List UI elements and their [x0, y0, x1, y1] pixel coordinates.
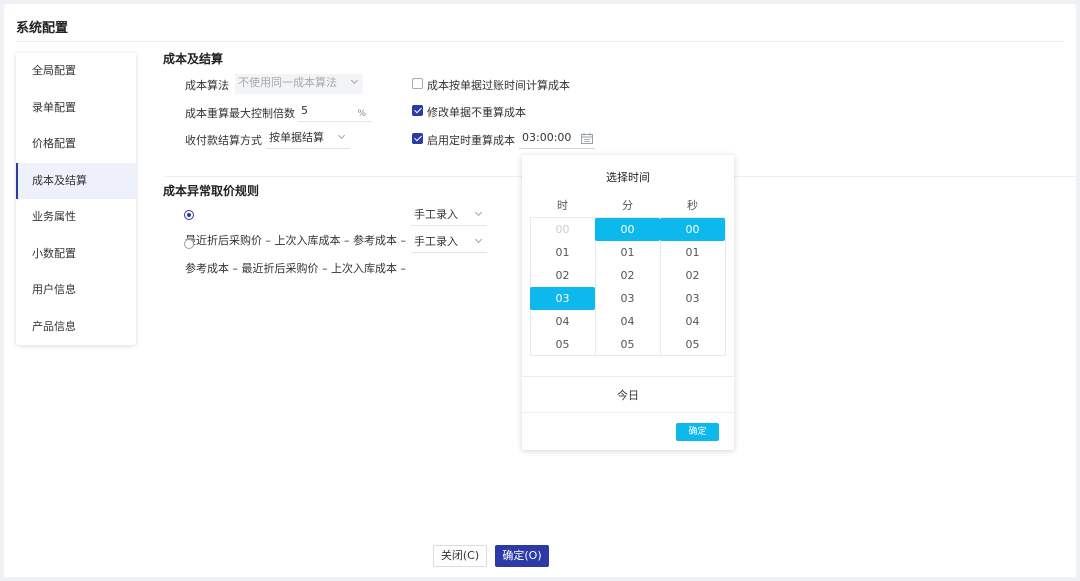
- sidebar-item-entry[interactable]: 录单配置: [16, 90, 136, 127]
- chevron-down-icon: [337, 131, 346, 140]
- title-divider: [16, 41, 1064, 42]
- rule2-radio[interactable]: [184, 239, 194, 249]
- chevron-down-icon: [350, 76, 359, 85]
- sidebar-item-price[interactable]: 价格配置: [16, 126, 136, 163]
- sidebar-item-decimal[interactable]: 小数配置: [16, 236, 136, 273]
- time-picker-title: 选择时间: [606, 171, 650, 184]
- recalc-max-value: 5: [301, 104, 308, 117]
- minute-cell[interactable]: 04: [595, 310, 660, 333]
- section-title-abnormal: 成本异常取价规则: [163, 184, 260, 198]
- page-title: 系统配置: [16, 21, 69, 36]
- hour-cell[interactable]: 04: [530, 310, 595, 333]
- second-cell[interactable]: 05: [660, 333, 725, 356]
- settle-label: 收付款结算方式: [185, 134, 262, 147]
- percent-unit: %: [357, 109, 366, 119]
- recalc-max-label: 成本重算最大控制倍数: [185, 107, 295, 120]
- section-title-cost: 成本及结算: [163, 52, 224, 66]
- close-button[interactable]: 关闭(C): [433, 545, 487, 567]
- sidebar-item-user-info[interactable]: 用户信息: [16, 272, 136, 309]
- sidebar-item-label: 小数配置: [32, 246, 76, 260]
- picker-confirm-button[interactable]: 确定: [676, 423, 719, 441]
- post-time-label: 成本按单据过账时间计算成本: [427, 79, 570, 92]
- sidebar: 全局配置 录单配置 价格配置 成本及结算 业务属性 小数配置 用户信息 产品信息: [16, 53, 136, 345]
- sidebar-item-product-info[interactable]: 产品信息: [16, 309, 136, 346]
- timed-recalc-checkbox[interactable]: [412, 133, 423, 144]
- sidebar-item-label: 用户信息: [32, 283, 76, 296]
- confirm-button[interactable]: 确定(O): [495, 545, 549, 567]
- hour-cell-selected[interactable]: 03: [530, 287, 595, 310]
- hour-header: 时: [557, 199, 568, 212]
- minute-cell[interactable]: 05: [595, 333, 660, 356]
- settle-select-value: 按单据结算: [269, 131, 324, 144]
- sidebar-item-label: 成本及结算: [32, 173, 87, 187]
- second-header: 秒: [687, 199, 698, 212]
- rule1-radio[interactable]: [184, 210, 194, 220]
- sidebar-item-cost-settlement[interactable]: 成本及结算: [16, 162, 136, 199]
- hour-cell[interactable]: 05: [530, 333, 595, 356]
- rule3-text: 参考成本 – 最近折后采购价 – 上次入库成本 –: [185, 262, 406, 275]
- calendar-icon[interactable]: [581, 133, 593, 144]
- settle-select[interactable]: 按单据结算: [266, 129, 350, 149]
- algorithm-select-value: 不使用同一成本算法: [238, 76, 337, 89]
- algorithm-label: 成本算法: [185, 79, 229, 92]
- time-picker-popup: 选择时间 时 分 秒 00 01 02 03 04 05 00 01 02 03…: [522, 155, 734, 450]
- minute-cell[interactable]: 01: [595, 241, 660, 264]
- second-cell[interactable]: 01: [660, 241, 725, 264]
- picker-divider: [522, 412, 734, 413]
- hour-cell[interactable]: 02: [530, 264, 595, 287]
- sidebar-item-label: 价格配置: [32, 137, 76, 150]
- sidebar-item-label: 产品信息: [32, 319, 76, 333]
- timed-recalc-time-value: 03:00:00: [522, 131, 572, 144]
- second-cell-selected[interactable]: 00: [660, 218, 725, 241]
- hour-cell[interactable]: 00: [530, 218, 595, 241]
- algorithm-select[interactable]: 不使用同一成本算法: [235, 74, 363, 94]
- no-recalc-checkbox[interactable]: [412, 105, 423, 116]
- rule1-select-value: 手工录入: [414, 208, 458, 221]
- minute-header: 分: [622, 199, 633, 212]
- chevron-down-icon: [474, 208, 483, 217]
- rule1-select[interactable]: 手工录入: [411, 206, 487, 226]
- no-recalc-label: 修改单据不重算成本: [427, 106, 526, 119]
- sidebar-item-label: 业务属性: [32, 210, 76, 223]
- minute-cell-selected[interactable]: 00: [595, 218, 660, 241]
- system-config-window: 系统配置 全局配置 录单配置 价格配置 成本及结算 业务属性 小数配置 用户信息…: [4, 4, 1076, 577]
- second-cell[interactable]: 04: [660, 310, 725, 333]
- second-cell[interactable]: 03: [660, 287, 725, 310]
- sidebar-item-label: 录单配置: [32, 100, 76, 114]
- rule2-text: 最近折后采购价 – 上次入库成本 – 参考成本 –: [185, 234, 406, 247]
- rule2-select[interactable]: 手工录入: [411, 233, 487, 253]
- minute-cell[interactable]: 03: [595, 287, 660, 310]
- chevron-down-icon: [474, 235, 483, 244]
- timed-recalc-label: 启用定时重算成本: [427, 134, 515, 147]
- today-button[interactable]: 今日: [522, 387, 734, 403]
- hour-cell[interactable]: 01: [530, 241, 595, 264]
- recalc-max-input[interactable]: 5 %: [298, 102, 372, 122]
- picker-divider: [522, 376, 734, 377]
- second-cell[interactable]: 02: [660, 264, 725, 287]
- post-time-checkbox[interactable]: [412, 78, 423, 89]
- timed-recalc-time-input[interactable]: 03:00:00: [519, 129, 595, 149]
- rule2-select-value: 手工录入: [414, 235, 458, 248]
- sidebar-item-label: 全局配置: [32, 64, 76, 77]
- sidebar-item-global[interactable]: 全局配置: [16, 53, 136, 90]
- minute-cell[interactable]: 02: [595, 264, 660, 287]
- sidebar-item-business-attr[interactable]: 业务属性: [16, 199, 136, 236]
